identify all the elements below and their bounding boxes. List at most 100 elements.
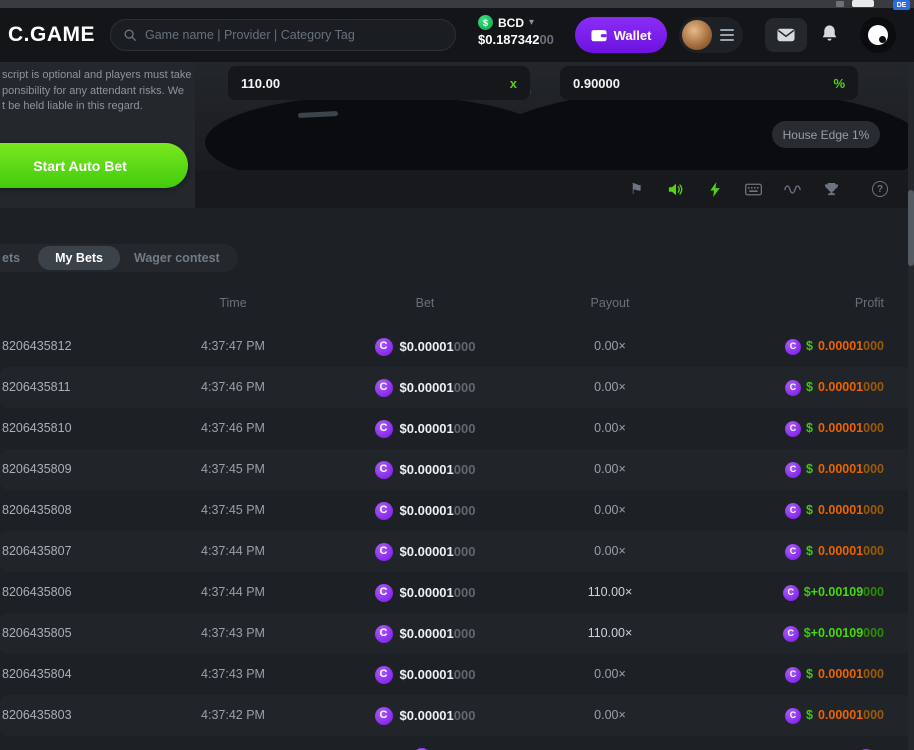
bets-tabs: ets My Bets Wager contest [0,244,238,272]
win-chance-input-field[interactable]: % [560,66,858,100]
bet-amount: C $0.00001000 [330,326,520,367]
bet-row[interactable]: C C [0,736,914,750]
game-area: x % House Edge 1% ⚑ ? [195,62,914,208]
bet-time: 4:37:46 PM [160,367,306,408]
fairness-flag-icon[interactable]: ⚑ [628,181,645,198]
site-logo[interactable]: C.GAME [8,8,95,62]
payout-input[interactable] [241,76,510,91]
user-menu[interactable] [679,17,743,53]
chevron-down-icon: ▾ [529,17,534,28]
payout-input-field[interactable]: x [228,66,530,100]
search-input[interactable] [145,28,455,42]
bet-profit: C $+0.00109000 [624,613,884,654]
bet-row[interactable]: 8206435806 4:37:44 PM C $0.00001000 110.… [0,572,914,613]
currency-selector[interactable]: $ BCD ▾ $0.18734200 [478,15,554,47]
bet-row[interactable]: 8206435803 4:37:42 PM C $0.00001000 0.00… [0,695,914,736]
bet-time: 4:37:42 PM [160,695,306,736]
bet-amount: C $0.00001000 [330,449,520,490]
bet-time: 4:37:46 PM [160,408,306,449]
profit-amount-dim: 000 [863,695,884,736]
leaderboard-trophy-icon[interactable] [823,181,840,198]
scrollbar-thumb[interactable] [908,190,914,266]
profit-amount-main: 0.00001 [818,367,863,408]
bet-profit: C $0.00001000 [624,449,884,490]
bet-amount: C $0.00001000 [330,613,520,654]
tab-my-bets[interactable]: My Bets [38,246,120,270]
bet-amount-main: $0.00001 [400,613,454,654]
win-chance-percent-suffix: % [833,76,845,91]
win-chance-input[interactable] [573,76,833,91]
profit-currency-sign: $ [806,408,813,449]
bets-table-header: Time Bet Payout Profit [0,296,914,314]
browser-extension-icon[interactable] [836,1,844,7]
bet-row[interactable]: 8206435811 4:37:46 PM C $0.00001000 0.00… [0,367,914,408]
browser-extension-icon[interactable] [852,0,874,7]
help-icon[interactable]: ? [872,181,888,197]
bet-id: 8206435809 [2,449,152,490]
bet-amount: C $0.00001000 [330,531,520,572]
bet-amount-main: $0.00001 [400,408,454,449]
profit-amount-dim: 000 [863,449,884,490]
bcd-coin-icon: $ [478,15,493,30]
hotkeys-keyboard-icon[interactable] [745,181,762,198]
bet-row[interactable]: 8206435810 4:37:46 PM C $0.00001000 0.00… [0,408,914,449]
bet-row[interactable]: 8206435812 4:37:47 PM C $0.00001000 0.00… [0,326,914,367]
bet-id: 8206435807 [2,531,152,572]
bcd-coin-icon: C [375,666,393,684]
profit-amount-main: 0.00001 [818,654,863,695]
browser-extension-de-badge[interactable]: DE [893,0,910,10]
bcd-coin-icon: C [785,667,801,683]
bet-amount-dim: 000 [454,531,476,572]
bet-id: 8206435812 [2,326,152,367]
bet-profit: C [624,736,884,750]
start-auto-bet-button[interactable]: Start Auto Bet [0,143,188,188]
bet-amount: C $0.00001000 [330,695,520,736]
bet-row[interactable]: 8206435805 4:37:43 PM C $0.00001000 110.… [0,613,914,654]
bet-id: 8206435810 [2,408,152,449]
bcd-coin-icon: C [785,380,801,396]
bet-amount-dim: 000 [454,613,476,654]
tab-wager-contest[interactable]: Wager contest [120,251,234,265]
search-bar[interactable] [110,19,456,51]
support-chat-button[interactable] [860,17,896,53]
turbo-lightning-icon[interactable] [706,181,723,198]
bcd-coin-icon: C [785,708,801,724]
auto-bet-disclaimer: script is optional and players must take… [2,68,192,115]
bet-row[interactable]: 8206435808 4:37:45 PM C $0.00001000 0.00… [0,490,914,531]
bet-profit: C $0.00001000 [624,326,884,367]
user-avatar[interactable] [682,20,712,50]
top-navigation-bar: C.GAME $ BCD ▾ $0.18734200 Wallet [0,8,914,62]
wallet-button[interactable]: Wallet [575,17,667,53]
bet-time: 4:37:45 PM [160,490,306,531]
profit-amount-dim: 000 [863,408,884,449]
bcd-coin-icon: C [375,420,393,438]
house-edge-label: House Edge 1% [772,121,880,148]
bet-time: 4:37:44 PM [160,531,306,572]
profit-amount-dim: 000 [863,654,884,695]
sound-icon[interactable] [667,181,684,198]
disclaimer-line: ponsibility for any attendant risks. We [2,85,184,97]
column-header-payout: Payout [540,296,680,310]
bet-amount: C $0.00001000 [330,367,520,408]
column-header-profit: Profit [734,296,884,310]
tab-all-bets[interactable]: ets [2,251,38,265]
inbox-button[interactable] [765,18,807,52]
profit-amount-dim: 000 [863,531,884,572]
bet-row[interactable]: 8206435804 4:37:43 PM C $0.00001000 0.00… [0,654,914,695]
search-icon [123,28,137,42]
notifications-bell-icon[interactable] [820,24,839,48]
bet-id: 8206435803 [2,695,152,736]
profit-currency-sign: $ [806,695,813,736]
profit-amount-dim: 000 [863,326,884,367]
bcd-coin-icon: C [785,462,801,478]
bcd-coin-icon: C [785,544,801,560]
browser-chrome-strip: DE [0,0,914,8]
balance-amount: $0.187342 [478,32,539,47]
bet-row[interactable]: 8206435809 4:37:45 PM C $0.00001000 0.00… [0,449,914,490]
hamburger-menu-icon [720,29,734,41]
live-stats-icon[interactable] [784,181,801,198]
bet-amount: C $0.00001000 [330,408,520,449]
bet-amount-main: $0.00001 [400,490,454,531]
scrollbar[interactable] [908,62,914,750]
bet-row[interactable]: 8206435807 4:37:44 PM C $0.00001000 0.00… [0,531,914,572]
